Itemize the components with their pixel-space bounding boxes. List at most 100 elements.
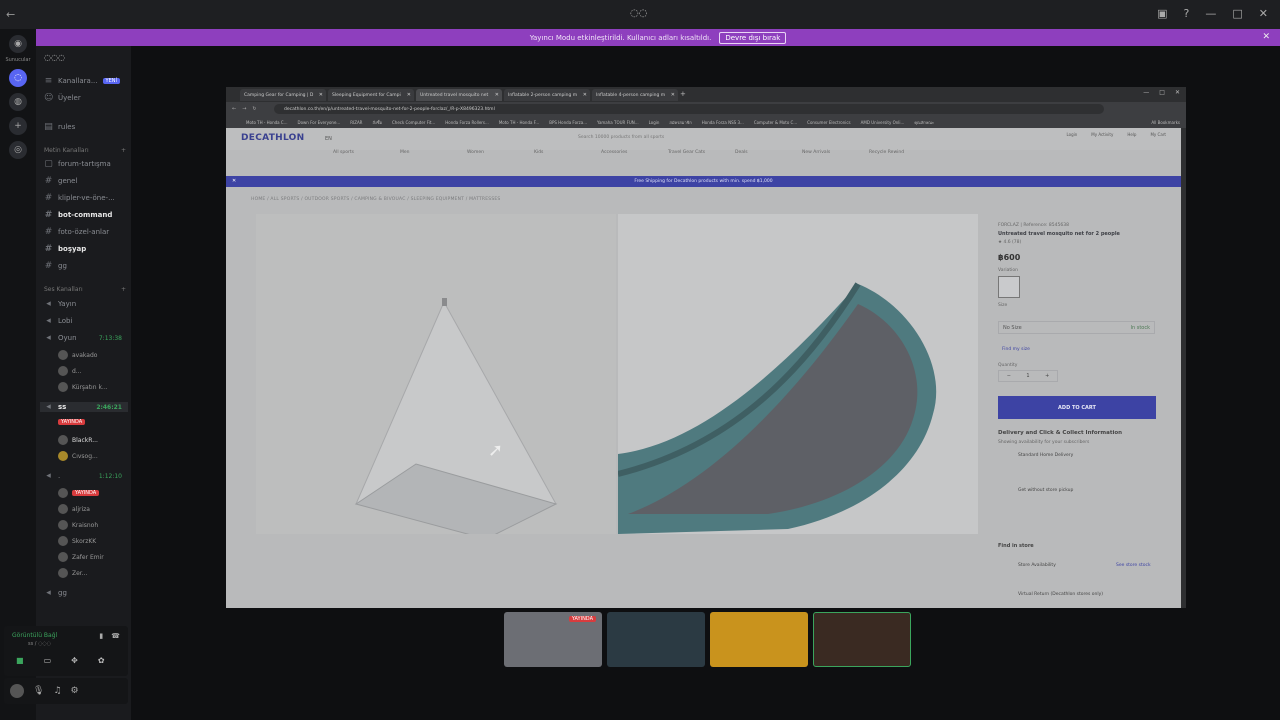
stream-tile[interactable] (710, 612, 808, 667)
product-image-mosquito-net[interactable] (256, 214, 616, 540)
close-button[interactable]: ✕ (1175, 89, 1180, 96)
size-select[interactable]: No Size In stock (998, 321, 1155, 334)
voice-user[interactable]: YAYINDA (58, 488, 126, 498)
screen-share-icon[interactable]: ▭ (44, 656, 52, 665)
channel-gg[interactable]: # gg (44, 261, 128, 271)
add-to-cart-button[interactable]: ADD TO CART (998, 396, 1156, 419)
search-input[interactable]: Search 10000 products from all sports (566, 135, 816, 144)
cart-icon[interactable]: My Cart (1150, 132, 1166, 137)
help-icon[interactable]: Help (1127, 132, 1136, 137)
bookmark[interactable]: Honda Forza Rollers... (445, 120, 489, 125)
voice-channel-gg[interactable]: ◂ gg (44, 588, 128, 598)
close-tab-icon[interactable]: ✕ (495, 92, 499, 98)
decrement-icon[interactable]: − (1007, 373, 1011, 379)
see-store-stock-link[interactable]: See store stock (1116, 563, 1166, 568)
bookmark[interactable]: Check Computer Fit... (392, 120, 435, 125)
login-icon[interactable]: Login (1066, 132, 1077, 137)
decathlon-logo[interactable]: DECATHLON (241, 133, 304, 143)
bookmark[interactable]: Computer & Moto C... (754, 120, 797, 125)
add-server-icon[interactable]: + (9, 117, 27, 135)
avatar[interactable] (10, 684, 24, 698)
camera-icon[interactable]: ■ (16, 656, 24, 665)
back-icon[interactable]: ← (232, 106, 236, 112)
voice-user[interactable]: d... (58, 366, 126, 376)
nav-item[interactable]: Recycle Rewind (869, 150, 936, 164)
nav-item[interactable]: Travel Gear Cats (668, 150, 735, 164)
voice-channel-yayin[interactable]: ◂ Yayın (44, 299, 128, 309)
inbox-icon[interactable]: ▣ (1157, 7, 1167, 20)
noise-icon[interactable]: ▮ (99, 632, 103, 640)
language-select[interactable]: EN (325, 136, 332, 142)
close-tab-icon[interactable]: ✕ (671, 92, 675, 98)
bookmark[interactable]: สมัครสมาชิก (669, 119, 691, 126)
nav-item[interactable]: All sports (333, 150, 400, 164)
variation-swatch[interactable] (998, 276, 1020, 298)
bookmark[interactable]: RIZAR (350, 120, 362, 125)
store-pickup[interactable]: Get without store pickup (998, 488, 1158, 493)
channel-rules[interactable]: ▤ rules (44, 122, 128, 132)
bookmark[interactable]: Honda Forza NSS 3... (702, 120, 744, 125)
channel-klipler[interactable]: # klipler-ve-öne-... (44, 193, 128, 203)
stream-tile[interactable] (607, 612, 705, 667)
voice-user[interactable]: YAYINDA (58, 419, 126, 425)
product-image-mattress-detail[interactable] (618, 214, 978, 534)
voice-user[interactable]: SkorzKK (58, 536, 126, 546)
product-rating[interactable]: ★ 4.6 (78) (998, 240, 1158, 245)
maximize-button[interactable]: □ (1159, 89, 1165, 96)
discord-home-icon[interactable]: ◉ (9, 35, 27, 53)
text-category[interactable]: Metin Kanalları + (44, 147, 126, 154)
all-bookmarks[interactable]: All Bookmarks (1151, 120, 1180, 125)
close-button[interactable]: ✕ (1259, 7, 1268, 20)
disconnect-icon[interactable]: ☎ (111, 632, 120, 640)
bookmark[interactable]: Yamaha TOUR FUN... (597, 120, 639, 125)
channel-bot-command[interactable]: # bot-command (44, 210, 128, 220)
bookmark[interactable]: Down For Everyone... (297, 120, 340, 125)
channel-genel[interactable]: # genel (44, 176, 128, 186)
bookmark[interactable]: คุณลักษณะ (914, 119, 934, 126)
nav-item[interactable]: Women (467, 150, 534, 164)
server-icon[interactable]: ◍ (9, 93, 27, 111)
voice-channel-lobi[interactable]: ◂ Lobi (44, 316, 128, 326)
activity-icon[interactable]: ✥ (71, 656, 78, 665)
bookmark[interactable]: Login (649, 120, 660, 125)
headphones-icon[interactable]: ♫ (53, 686, 61, 696)
channel-foto[interactable]: # foto-özel-anlar (44, 227, 128, 237)
bookmark[interactable]: Moto TH - Honda C... (246, 120, 287, 125)
close-tab-icon[interactable]: ✕ (319, 92, 323, 98)
bookmark[interactable]: BPS Honda Forza... (549, 120, 587, 125)
server-header[interactable]: ◌◌◌ (36, 46, 131, 68)
voice-channel-ss[interactable]: ◂ ss 2:46:21 (40, 402, 128, 412)
soundboard-icon[interactable]: ✿ (98, 656, 105, 665)
add-channel-icon[interactable]: + (121, 147, 126, 154)
voice-user[interactable]: BlackR... (58, 435, 126, 445)
bookmark[interactable]: AMD University Onli... (861, 120, 905, 125)
nav-item[interactable]: New Arrivals (802, 150, 869, 164)
browser-tab[interactable]: Inflatable 2-person camping m ✕ (504, 89, 590, 101)
voice-channel-oyun[interactable]: ◂ Oyun 7:13:38 (44, 333, 128, 343)
bookmark[interactable]: Consumer Electronics (807, 120, 850, 125)
minimize-button[interactable]: — (1143, 89, 1149, 96)
voice-user[interactable]: avakado (58, 350, 126, 360)
nav-item[interactable]: Kids (534, 150, 601, 164)
voice-user[interactable]: aljriza (58, 504, 126, 514)
maximize-button[interactable]: □ (1232, 7, 1242, 20)
browser-tab-active[interactable]: Untreated travel mosquito net ✕ (416, 89, 502, 101)
voice-category[interactable]: Ses Kanalları + (44, 286, 126, 293)
nav-item[interactable]: Deals (735, 150, 802, 164)
channel-bosyap[interactable]: # boşyap (44, 244, 128, 254)
nav-item[interactable]: Men (400, 150, 467, 164)
sidebar-item-channels[interactable]: ≡ Kanallara... YENİ (44, 76, 128, 86)
stream-tile[interactable]: YAYINDA (504, 612, 602, 667)
forward-icon[interactable]: → (242, 106, 246, 112)
browser-tab[interactable]: Camping Gear for Camping | D ✕ (240, 89, 326, 101)
channel-forum[interactable]: ▢ forum-tartışma (44, 159, 128, 169)
voice-user[interactable]: Kraisnoh (58, 520, 126, 530)
reload-icon[interactable]: ↻ (252, 106, 256, 112)
close-icon[interactable]: ✕ (1262, 32, 1270, 42)
mic-icon[interactable]: 🎙 (33, 686, 44, 696)
close-tab-icon[interactable]: ✕ (583, 92, 587, 98)
increment-icon[interactable]: + (1045, 373, 1049, 379)
voice-user[interactable]: Cıvsog... (58, 451, 126, 461)
disable-streamer-mode-button[interactable]: Devre dışı bırak (719, 31, 787, 44)
add-channel-icon[interactable]: + (121, 286, 126, 293)
